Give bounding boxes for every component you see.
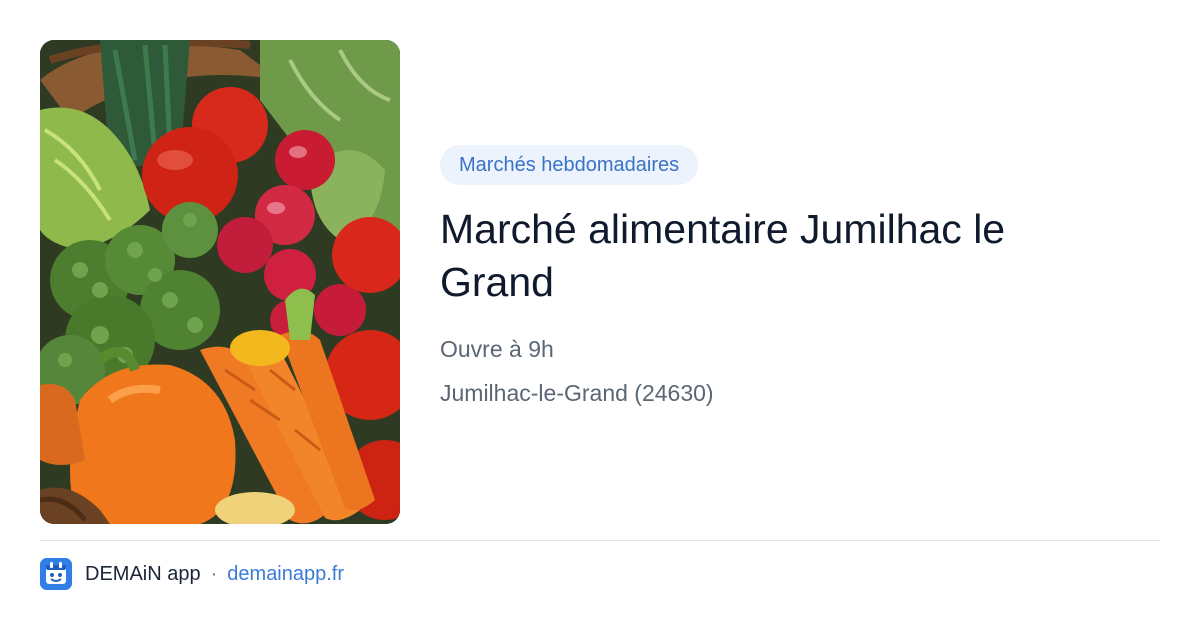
vegetables-image (40, 40, 400, 524)
demain-app-icon (40, 558, 72, 590)
preview-info: Marchés hebdomadaires Marché alimentaire… (440, 145, 1160, 407)
footer: DEMAiN app · demainapp.fr (40, 558, 344, 590)
category-badge[interactable]: Marchés hebdomadaires (440, 145, 699, 185)
opening-hours: Ouvre à 9h (440, 336, 554, 362)
divider (40, 540, 1160, 541)
footer-separator: · (210, 562, 218, 585)
location-text: Jumilhac-le-Grand (24630) (440, 380, 714, 406)
page-title[interactable]: Marché alimentaire Jumilhac le Grand (440, 203, 1100, 309)
app-name: DEMAiN app (85, 562, 201, 585)
market-photo (40, 40, 400, 524)
domain-link[interactable]: demainapp.fr (227, 563, 344, 586)
link-preview-card[interactable]: Marchés hebdomadaires Marché alimentaire… (0, 0, 1200, 630)
